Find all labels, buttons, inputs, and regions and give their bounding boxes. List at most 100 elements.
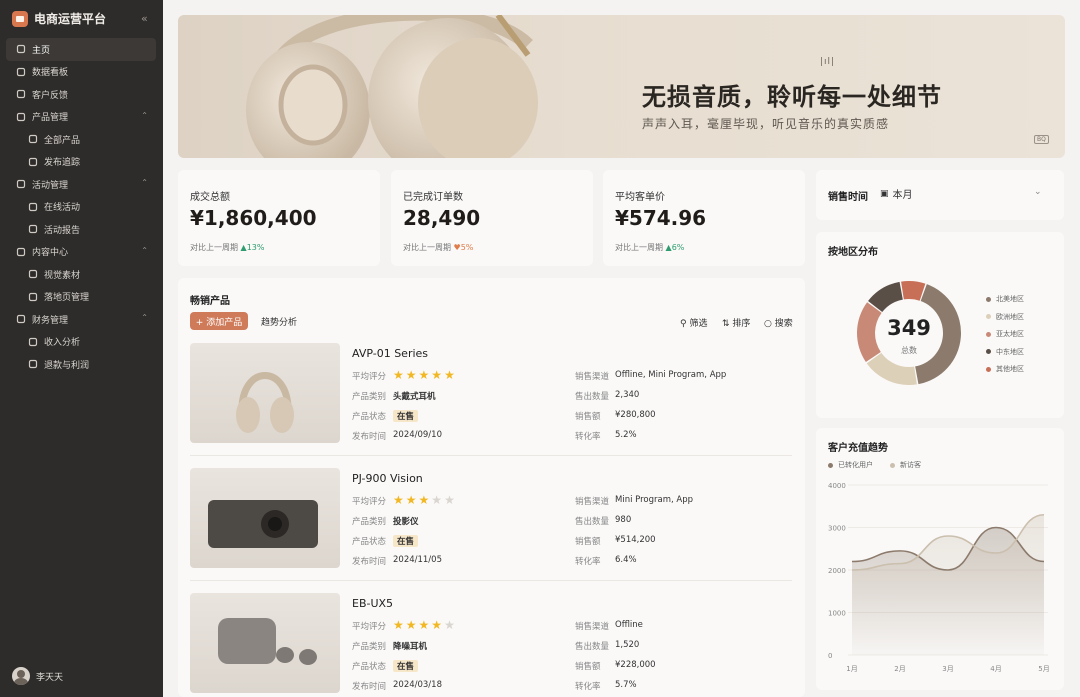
field-label: 发布时间 [352, 682, 387, 692]
banner-subtitle: 声声入耳，毫厘毕现，听见音乐的真实质感 [642, 117, 890, 131]
trend-icon [26, 156, 40, 168]
period-value: 本月 [892, 190, 913, 201]
product-name[interactable]: AVP-01 Series [352, 347, 428, 360]
donut-slice [866, 352, 917, 385]
product-amount: ¥280,800 [615, 410, 656, 420]
home-icon [14, 43, 28, 55]
chart-icon [14, 66, 28, 78]
sidebar-item[interactable]: 全部产品 [6, 128, 156, 151]
search-button[interactable]: ○ 搜索 [764, 316, 793, 329]
sidebar-item[interactable]: 内容中心 ⌃ [6, 241, 156, 264]
sidebar-item[interactable]: 主页 [6, 38, 156, 61]
x-tick-label: 4月 [990, 665, 1001, 673]
add-product-button[interactable]: + 添加产品 [190, 312, 248, 330]
y-tick-label: 2000 [828, 567, 846, 575]
sidebar-item[interactable]: 收入分析 [6, 331, 156, 354]
field-label: 平均评分 [352, 497, 387, 507]
kpi-card-gmv: 成交总额 ¥1,860,400 对比上一周期 ▲13% [178, 170, 380, 266]
sidebar-item-label: 收入分析 [44, 338, 81, 349]
divider [190, 580, 792, 581]
rating-stars: ★ ★ ★ ★ ★ [393, 494, 455, 506]
sort-button[interactable]: ⇅ 排序 [722, 316, 750, 329]
field-label: 售出数量 [575, 392, 610, 402]
sidebar-item-label: 发布追踪 [44, 158, 81, 169]
x-tick-label: 1月 [846, 665, 857, 673]
field-label: 平均评分 [352, 372, 387, 382]
field-label: 转化率 [575, 432, 601, 442]
legend-label: 中东地区 [996, 347, 1024, 356]
product-row[interactable]: AVP-01 Series 平均评分 产品类别 产品状态 发布时间 销售渠道 Offline… [190, 343, 792, 445]
sidebar-item[interactable]: 视觉素材 [6, 263, 156, 286]
sidebar-item[interactable]: 财务管理 ⌃ [6, 308, 156, 331]
product-name[interactable]: EB-UX5 [352, 597, 393, 610]
legend-item: 中东地区 [986, 347, 1024, 357]
kpi-card-orders: 已完成订单数 28,490 对比上一周期 ♥5% [391, 170, 593, 266]
sidebar-item[interactable]: 退款与利润 [6, 353, 156, 376]
brand: 电商运营平台 [12, 10, 106, 27]
chevron-down-icon[interactable]: ⌄ [1034, 187, 1042, 197]
region-total-label: 总数 [901, 346, 917, 355]
x-tick-label: 3月 [942, 665, 953, 673]
search-icon: ○ [764, 319, 772, 329]
product-row[interactable]: PJ-900 Vision 平均评分 产品类别 产品状态 发布时间 销售渠道 Mini Pr… [190, 468, 792, 570]
divider [190, 455, 792, 456]
legend-label: 其他地区 [996, 365, 1024, 373]
globe-icon [14, 246, 28, 258]
sidebar-item[interactable]: 落地页管理 [6, 286, 156, 309]
sidebar-item[interactable]: 发布追踪 [6, 151, 156, 174]
products-title: 畅销产品 [190, 296, 230, 307]
kpi-label: 成交总额 [190, 192, 230, 203]
field-label: 销售额 [575, 662, 601, 672]
chevron-up-icon[interactable]: ⌃ [141, 246, 148, 255]
sidebar-item[interactable]: 活动报告 [6, 218, 156, 241]
sidebar-item[interactable]: 活动管理 ⌃ [6, 173, 156, 196]
product-conversion: 5.7% [615, 680, 637, 690]
product-date: 2024/11/05 [393, 555, 442, 565]
chevron-up-icon[interactable]: ⌃ [141, 313, 148, 322]
user-profile[interactable]: 李天天 [12, 667, 63, 685]
field-label: 销售额 [575, 412, 601, 422]
field-label: 产品状态 [352, 412, 387, 422]
star-icon: ★ [431, 368, 443, 382]
donut-slice [901, 281, 926, 301]
collapse-sidebar-icon[interactable]: « [141, 12, 148, 25]
avatar [12, 667, 30, 685]
sidebar-item[interactable]: 客户反馈 [6, 83, 156, 106]
filter-button[interactable]: ⚲ 筛选 [680, 316, 707, 329]
sales-time-label: 销售时间 [828, 192, 868, 203]
brand-title: 电商运营平台 [34, 12, 107, 26]
star-icon: ★ [393, 368, 404, 382]
promo-banner[interactable]: |ıl| 无损音质，聆听每一处细节 声声入耳，毫厘毕现，听见音乐的真实质感 BQ [178, 15, 1065, 158]
sidebar-item-label: 数据看板 [32, 68, 69, 79]
kpi-label: 已完成订单数 [403, 192, 463, 203]
bar-icon [14, 178, 28, 190]
legend-dot [986, 296, 991, 302]
star-icon: ★ [405, 493, 417, 507]
chevron-up-icon[interactable]: ⌃ [141, 178, 148, 187]
product-channel: Mini Program, App [615, 495, 694, 505]
sidebar-item[interactable]: 产品管理 ⌃ [6, 106, 156, 129]
product-name[interactable]: PJ-900 Vision [352, 472, 423, 485]
sidebar-item[interactable]: 数据看板 [6, 61, 156, 84]
calendar-icon: ▣ [880, 188, 889, 199]
field-label: 发布时间 [352, 557, 387, 567]
product-amount: ¥514,200 [615, 535, 656, 545]
chevron-up-icon[interactable]: ⌃ [141, 111, 148, 120]
banner-badge: BQ [1034, 135, 1049, 144]
heart-icon [14, 88, 28, 100]
star-icon: ★ [418, 368, 430, 382]
cube-icon [26, 133, 40, 145]
field-label: 产品类别 [352, 517, 387, 527]
sidebar-item-label: 退款与利润 [44, 360, 90, 371]
sidebar-item[interactable]: 在线活动 [6, 196, 156, 219]
period-select[interactable]: ▣ 本月 [880, 186, 913, 202]
sidebar-item-label: 在线活动 [44, 203, 81, 214]
legend-label: 亚太地区 [996, 330, 1024, 338]
sort-icon: ⇅ [722, 319, 730, 329]
product-row[interactable]: EB-UX5 平均评分 产品类别 产品状态 发布时间 销售渠道 Offline 售出数量 1,5… [190, 593, 792, 695]
rating-stars: ★ ★ ★ ★ ★ [393, 619, 455, 631]
box-icon [14, 111, 28, 123]
product-image [190, 468, 340, 568]
trend-analysis-button[interactable]: 趋势分析 [254, 312, 304, 330]
field-label: 发布时间 [352, 432, 387, 442]
